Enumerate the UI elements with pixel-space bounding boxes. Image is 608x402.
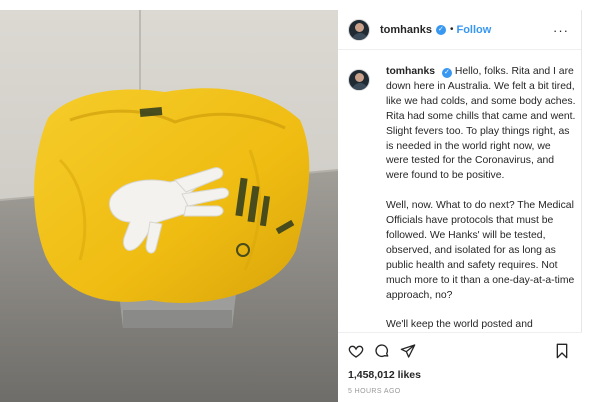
caption-avatar[interactable] [348,69,370,91]
post-timestamp[interactable]: 5 HOURS AGO [348,388,401,395]
caption: tomhanks ✓ Hello, folks. Rita and I are … [348,65,576,363]
comment-icon[interactable] [374,343,390,359]
action-bar: 1,458,012 likes 5 HOURS AGO [338,332,582,402]
verified-badge-icon: ✓ [435,24,446,35]
caption-paragraph: tomhanks ✓ Hello, folks. Rita and I are … [386,65,576,184]
post-side-panel: tomhanks ✓ • Follow ··· tomhanks ✓ Hello… [338,10,582,402]
avatar[interactable] [348,18,370,41]
instagram-post-screenshot: tomhanks ✓ • Follow ··· tomhanks ✓ Hello… [0,0,608,402]
caption-username[interactable]: tomhanks [386,66,435,77]
verified-badge-icon: ✓ [441,68,452,78]
follow-button[interactable]: Follow [456,24,491,36]
bin-photo-illustration [0,10,338,402]
caption-paragraph-2: Well, now. What to do next? The Medical … [386,200,575,301]
post-photo[interactable] [0,10,338,402]
share-icon[interactable] [400,343,416,359]
caption-text: tomhanks ✓ Hello, folks. Rita and I are … [386,65,576,348]
caption-paragraph-1: Hello, folks. Rita and I are down here i… [386,66,576,182]
likes-count[interactable]: 1,458,012 likes [348,369,421,381]
bookmark-icon[interactable] [554,343,570,359]
heart-icon[interactable] [348,343,364,359]
post-header: tomhanks ✓ • Follow ··· [338,10,581,50]
more-options-icon[interactable]: ··· [553,23,569,38]
username-link[interactable]: tomhanks [380,24,432,36]
separator-dot: • [449,24,454,35]
